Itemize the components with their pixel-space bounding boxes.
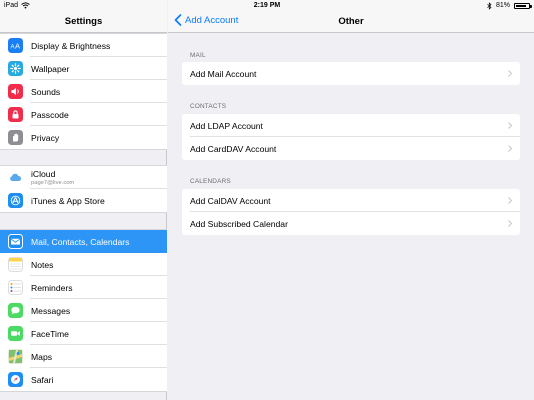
sidebar-item-label: FaceTime <box>31 328 69 339</box>
sidebar-item-itunes-app-store[interactable]: iTunes & App Store <box>0 189 167 212</box>
sidebar-item-label: iTunes & App Store <box>31 195 105 206</box>
row-label: Add CardDAV Account <box>190 143 277 154</box>
sidebar-item-privacy[interactable]: Privacy <box>0 126 167 149</box>
sidebar-item-label: Maps <box>31 351 53 362</box>
sidebar-item-label: Notes <box>31 259 54 270</box>
sidebar-item-passcode[interactable]: Passcode <box>0 103 167 126</box>
row-label: Add CalDAV Account <box>190 195 271 206</box>
settings-sidebar: Settings AA Display & Brightness Wallpap… <box>0 0 167 400</box>
sidebar-item-maps[interactable]: Maps <box>0 345 167 368</box>
section-header-mail: MAIL <box>190 52 206 59</box>
sidebar-item-label: Display & Brightness <box>31 40 111 51</box>
section-header-contacts: CONTACTS <box>190 103 227 110</box>
sidebar-item-label: Mail, Contacts, Calendars <box>31 236 130 247</box>
reminders-icon <box>8 280 23 295</box>
row-label: Add Mail Account <box>190 68 257 79</box>
add-caldav-account-button[interactable]: Add CalDAV Account <box>182 189 520 212</box>
detail-pane: Add Account Other MAIL Add Mail Account … <box>168 0 534 400</box>
battery-percent: 81% <box>495 2 510 9</box>
facetime-icon <box>8 326 23 341</box>
sidebar-group-1: AA Display & Brightness Wallpaper Sounds… <box>0 33 167 150</box>
sidebar-item-facetime[interactable]: FaceTime <box>0 322 167 345</box>
chevron-right-icon <box>508 220 512 227</box>
calendars-section: Add CalDAV Account Add Subscribed Calend… <box>182 189 520 235</box>
maps-icon <box>8 349 23 364</box>
row-label: Add Subscribed Calendar <box>190 218 288 229</box>
sidebar-item-wallpaper[interactable]: Wallpaper <box>0 57 167 80</box>
sidebar-item-label: Privacy <box>31 132 60 143</box>
bluetooth-icon <box>487 1 492 10</box>
status-bar: iPad 2:19 PM 81% <box>0 0 534 11</box>
sidebar-group-2: iCloud page7@live.com iTunes & App Store <box>0 165 167 213</box>
wallpaper-icon <box>8 61 23 76</box>
sidebar-group-3: Mail, Contacts, Calendars Notes Reminder… <box>0 229 167 392</box>
sidebar-item-label: Passcode <box>31 109 69 120</box>
safari-icon <box>8 372 23 387</box>
sidebar-item-display-brightness[interactable]: AA Display & Brightness <box>0 34 167 57</box>
sidebar-item-icloud[interactable]: iCloud page7@live.com <box>0 166 167 189</box>
chevron-right-icon <box>508 145 512 152</box>
svg-text:A: A <box>15 42 20 51</box>
sidebar-item-notes[interactable]: Notes <box>0 253 167 276</box>
contacts-section: Add LDAP Account Add CardDAV Account <box>182 114 520 160</box>
mail-section: Add Mail Account <box>182 62 520 85</box>
mail-icon <box>8 234 23 249</box>
svg-text:A: A <box>11 45 15 51</box>
icloud-icon <box>8 170 23 185</box>
sidebar-item-reminders[interactable]: Reminders <box>0 276 167 299</box>
sidebar-item-messages[interactable]: Messages <box>0 299 167 322</box>
chevron-right-icon <box>508 122 512 129</box>
messages-icon <box>8 303 23 318</box>
icloud-account-email: page7@live.com <box>31 180 75 186</box>
row-label: Add LDAP Account <box>190 120 263 131</box>
add-carddav-account-button[interactable]: Add CardDAV Account <box>182 137 520 160</box>
chevron-right-icon <box>508 197 512 204</box>
sidebar-item-label: iCloud <box>31 169 56 179</box>
sidebar-item-mail-contacts-calendars[interactable]: Mail, Contacts, Calendars <box>0 230 167 253</box>
sidebar-item-label: Reminders <box>31 282 73 293</box>
status-time: 2:19 PM <box>253 2 281 9</box>
sidebar-item-label: Messages <box>31 305 71 316</box>
add-ldap-account-button[interactable]: Add LDAP Account <box>182 114 520 137</box>
battery-icon <box>514 2 532 9</box>
sidebar-item-sounds[interactable]: Sounds <box>0 80 167 103</box>
sidebar-title: Settings <box>64 16 103 27</box>
app-store-icon <box>8 193 23 208</box>
chevron-right-icon <box>508 70 512 77</box>
section-header-calendars: CALENDARS <box>190 178 231 185</box>
add-mail-account-button[interactable]: Add Mail Account <box>182 62 520 85</box>
display-brightness-icon: AA <box>8 38 23 53</box>
page-title: Other <box>338 16 364 27</box>
sidebar-item-label: Safari <box>31 374 54 385</box>
notes-icon <box>8 257 23 272</box>
passcode-icon <box>8 107 23 122</box>
add-subscribed-calendar-button[interactable]: Add Subscribed Calendar <box>182 212 520 235</box>
sounds-icon <box>8 84 23 99</box>
sidebar-item-label: Wallpaper <box>31 63 70 74</box>
sidebar-item-label: Sounds <box>31 86 61 97</box>
sidebar-item-safari[interactable]: Safari <box>0 368 167 391</box>
privacy-icon <box>8 130 23 145</box>
